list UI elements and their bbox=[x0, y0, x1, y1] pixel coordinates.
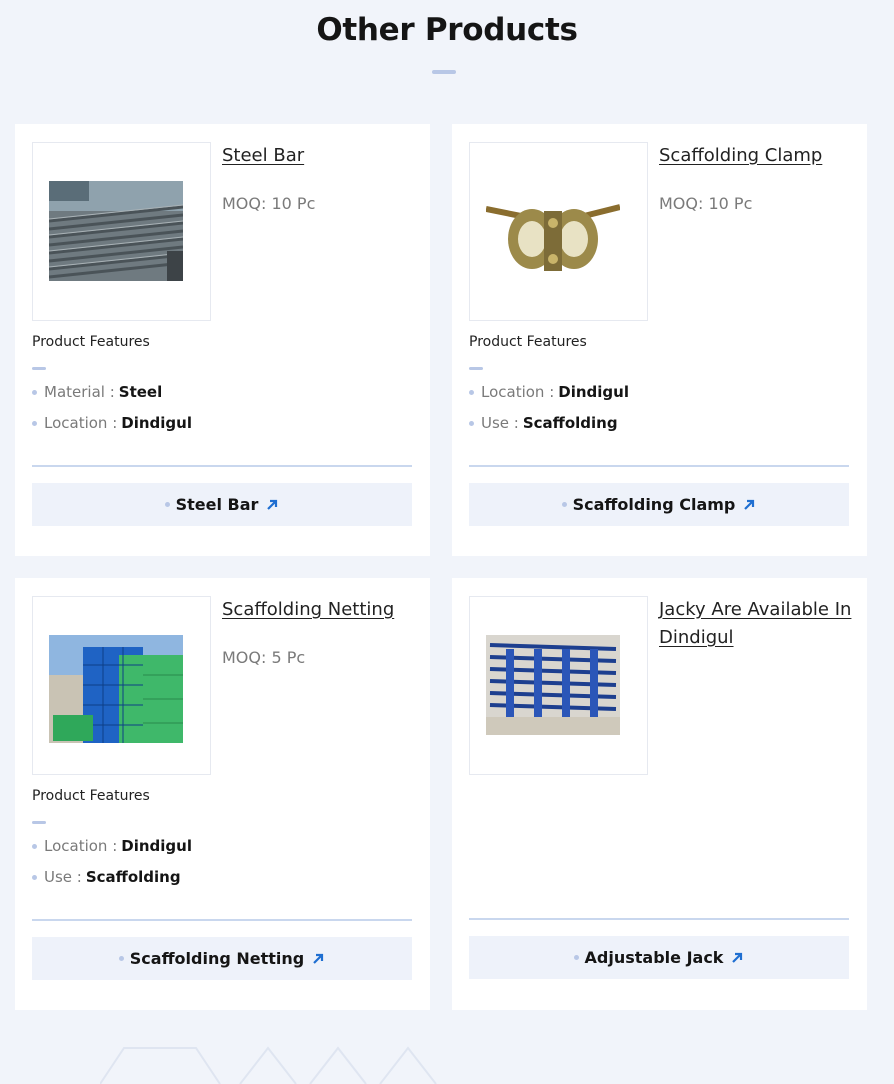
feature-value: Dindigul bbox=[558, 383, 629, 401]
feature-value: Scaffolding bbox=[522, 414, 618, 432]
feature-value: Dindigul bbox=[121, 414, 192, 432]
moq-text: MOQ: 10 Pc bbox=[659, 194, 753, 213]
cta-label: Steel Bar bbox=[175, 495, 259, 514]
product-image-scaffolding-clamp[interactable] bbox=[469, 142, 648, 321]
product-image-adjustable-jack[interactable] bbox=[469, 596, 648, 775]
arrow-up-right-icon bbox=[266, 498, 279, 511]
feature-item: Location : Dindigul bbox=[32, 414, 192, 432]
feature-value: Scaffolding bbox=[85, 868, 181, 886]
dot-icon bbox=[32, 843, 37, 849]
dot-icon bbox=[32, 420, 37, 426]
feature-key: Material bbox=[44, 383, 105, 401]
features-title: Product Features bbox=[32, 788, 150, 804]
dot-icon bbox=[164, 502, 170, 507]
product-cta-button[interactable]: Scaffolding Netting bbox=[32, 937, 412, 980]
netting-image bbox=[49, 635, 183, 743]
moq-text: MOQ: 5 Pc bbox=[222, 648, 306, 667]
features-dash bbox=[469, 367, 483, 370]
features-dash bbox=[32, 367, 46, 370]
title-underline bbox=[432, 70, 456, 74]
feature-item: Use : Scaffolding bbox=[32, 868, 181, 886]
product-title-link[interactable]: Scaffolding Netting bbox=[222, 596, 422, 624]
feature-key: Location bbox=[44, 837, 108, 855]
feature-key: Use bbox=[44, 868, 73, 886]
cta-label: Scaffolding Clamp bbox=[572, 495, 736, 514]
product-title-link[interactable]: Scaffolding Clamp bbox=[659, 142, 859, 170]
features-title: Product Features bbox=[32, 334, 150, 350]
dot-icon bbox=[118, 956, 124, 961]
product-image-steel-bar[interactable] bbox=[32, 142, 211, 321]
divider bbox=[469, 465, 849, 467]
cta-label: Adjustable Jack bbox=[584, 948, 724, 967]
divider bbox=[32, 919, 412, 921]
product-cta-button[interactable]: Steel Bar bbox=[32, 483, 412, 526]
jack-image bbox=[486, 635, 620, 735]
dot-icon bbox=[469, 420, 474, 426]
dot-icon bbox=[573, 955, 579, 960]
feature-key: Location bbox=[44, 414, 108, 432]
clamp-image bbox=[486, 181, 620, 281]
moq-text: MOQ: 10 Pc bbox=[222, 194, 316, 213]
dot-icon bbox=[561, 502, 567, 507]
background-decoration bbox=[100, 1046, 437, 1084]
dot-icon bbox=[32, 874, 37, 880]
feature-key: Use bbox=[481, 414, 510, 432]
dot-icon bbox=[469, 389, 474, 395]
arrow-up-right-icon bbox=[743, 498, 756, 511]
product-cta-button[interactable]: Scaffolding Clamp bbox=[469, 483, 849, 526]
cta-label: Scaffolding Netting bbox=[129, 949, 305, 968]
feature-item: Material : Steel bbox=[32, 383, 162, 401]
features-title: Product Features bbox=[469, 334, 587, 350]
divider bbox=[469, 918, 849, 920]
product-cta-button[interactable]: Adjustable Jack bbox=[469, 936, 849, 979]
section-title: Other Products bbox=[316, 12, 578, 48]
product-title-link[interactable]: Steel Bar bbox=[222, 142, 422, 170]
product-card-steel-bar: Steel Bar MOQ: 10 Pc Product Features Ma… bbox=[15, 124, 430, 556]
product-card-scaffolding-clamp: Scaffolding Clamp MOQ: 10 Pc Product Fea… bbox=[452, 124, 867, 556]
features-dash bbox=[32, 821, 46, 824]
product-image-scaffolding-netting[interactable] bbox=[32, 596, 211, 775]
feature-value: Dindigul bbox=[121, 837, 192, 855]
steel-bars-image bbox=[49, 181, 183, 281]
feature-key: Location bbox=[481, 383, 545, 401]
feature-value: Steel bbox=[118, 383, 163, 401]
arrow-up-right-icon bbox=[312, 952, 325, 965]
feature-item: Location : Dindigul bbox=[32, 837, 192, 855]
arrow-up-right-icon bbox=[731, 951, 744, 964]
product-card-scaffolding-netting: Scaffolding Netting MOQ: 5 Pc Product Fe… bbox=[15, 578, 430, 1010]
feature-item: Use : Scaffolding bbox=[469, 414, 618, 432]
product-title-link[interactable]: Jacky Are Available In Dindigul bbox=[659, 596, 859, 652]
divider bbox=[32, 465, 412, 467]
feature-item: Location : Dindigul bbox=[469, 383, 629, 401]
product-card-adjustable-jack: Jacky Are Available In Dindigul Adjustab… bbox=[452, 578, 867, 1010]
dot-icon bbox=[32, 389, 37, 395]
